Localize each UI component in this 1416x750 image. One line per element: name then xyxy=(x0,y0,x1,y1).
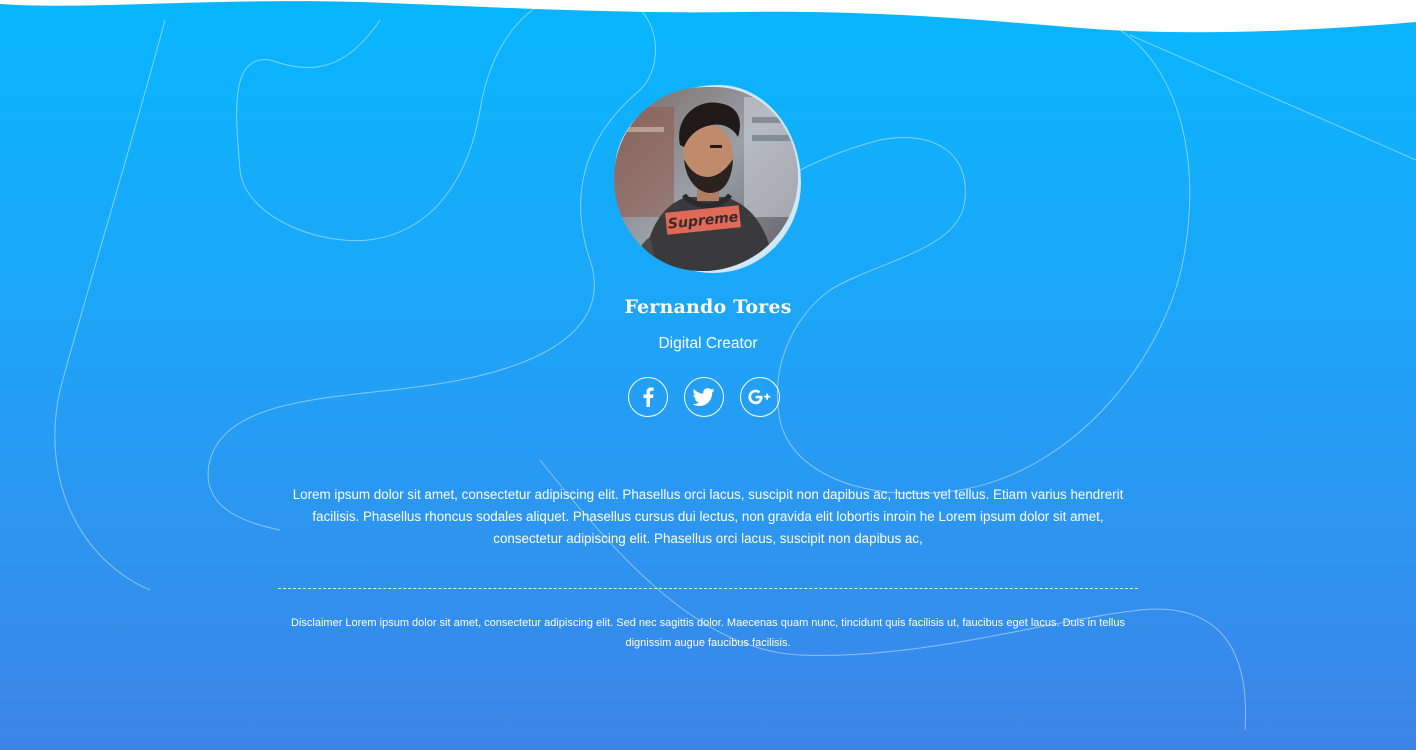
facebook-button[interactable] xyxy=(628,377,668,417)
profile-section: Supreme Fernando Tores Digital Creator L… xyxy=(0,0,1416,750)
google-plus-icon xyxy=(748,389,771,405)
google-plus-button[interactable] xyxy=(740,377,780,417)
dashed-divider xyxy=(278,588,1138,589)
twitter-icon xyxy=(693,388,715,406)
facebook-icon xyxy=(643,387,654,407)
avatar: Supreme xyxy=(612,83,804,275)
profile-name: Fernando Tores xyxy=(624,296,792,318)
twitter-button[interactable] xyxy=(684,377,724,417)
profile-role: Digital Creator xyxy=(658,335,758,352)
disclaimer-text: Disclaimer Lorem ipsum dolor sit amet, c… xyxy=(291,617,1125,649)
social-links xyxy=(628,377,790,421)
bio-text: Lorem ipsum dolor sit amet, consectetur … xyxy=(292,487,1124,546)
